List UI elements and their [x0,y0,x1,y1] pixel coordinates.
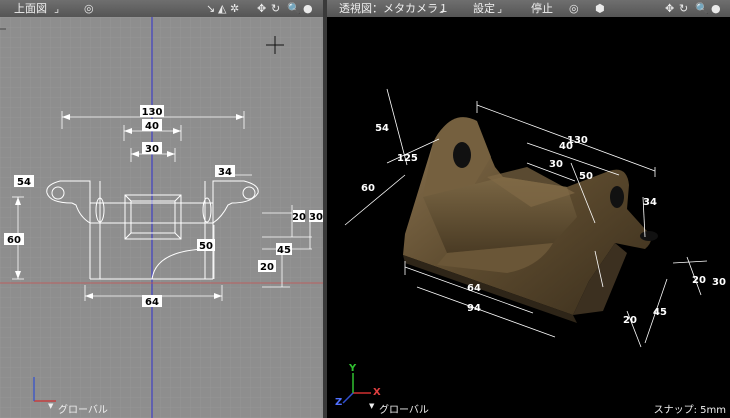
dropdown-corner-icon[interactable]: ⌟ [439,0,444,17]
p-dim-125: 125 [397,153,418,164]
coord-system-label[interactable]: グローバル [379,401,429,416]
top-view-title[interactable]: 上面図 [14,0,47,17]
dim-20-lower: 20 [260,262,274,273]
perspective-statusbar: ▼ グローバル スナップ: 5mm [327,400,730,418]
snap-icon[interactable]: ↘ [206,0,215,17]
dropdown-arrow-icon[interactable]: ▼ [369,402,374,410]
p-dim-64: 64 [467,283,481,294]
settings-gear-icon[interactable]: ✲ [230,0,239,17]
bracket-3d-model [403,117,658,323]
dropdown-arrow-icon[interactable]: ▼ [48,402,53,410]
dim-64: 64 [145,297,159,308]
zoom-icon[interactable]: 🔍 [287,0,301,17]
top-view-canvas[interactable]: 130 40 30 34 54 60 20 30 45 50 20 64 [0,17,323,418]
perspective-canvas[interactable]: 54 125 60 130 40 30 50 34 64 94 20 30 20… [327,17,730,418]
cube-icon[interactable]: ⬢ [595,0,605,17]
p-dim-45: 45 [653,307,667,318]
target-icon[interactable]: ◎ [84,0,94,17]
dropdown-corner-icon[interactable]: ⌟ [497,0,502,17]
p-dim-60: 60 [361,183,375,194]
target-icon[interactable]: ◎ [569,0,579,17]
p-dim-30: 30 [549,159,563,170]
pan-icon[interactable]: ✥ [257,0,266,17]
dim-34: 34 [218,167,232,178]
stop-menu[interactable]: 停止 [531,0,553,17]
dim-30-right: 30 [309,212,323,223]
axis-x-label: X [373,387,381,398]
perspective-title[interactable]: 透視図：メタカメラ１ [339,0,449,17]
p-dim-40: 40 [559,141,573,152]
maximize-dot-icon[interactable]: ● [303,0,313,17]
dim-50: 50 [199,241,213,252]
dim-60: 60 [7,235,21,246]
dim-45: 45 [277,245,291,256]
maximize-dot-icon[interactable]: ● [711,0,721,17]
dropdown-corner-icon[interactable]: ⌟ [54,0,59,17]
snap-status: スナップ: 5mm [653,405,726,416]
perspective-titlebar: 透視図：メタカメラ１ ⌟ 設定 ⌟ 停止 ◎ ⬢ ✥ ↻ 🔍 ● [327,0,730,17]
dim-54: 54 [17,177,31,188]
p-dim-30-right: 30 [712,277,726,288]
dim-130: 130 [142,107,163,118]
p-dim-20-lower: 20 [623,315,637,326]
settings-menu[interactable]: 設定 [473,0,495,17]
top-view-statusbar: ▼ グローバル [0,400,323,418]
dim-20-right: 20 [292,212,306,223]
top-view-titlebar: 上面図 ⌟ ◎ ↘ ◭ ✲ ✥ ↻ 🔍 ● [0,0,323,17]
dim-40: 40 [145,121,159,132]
dim-30: 30 [145,144,159,155]
p-dim-20-right: 20 [692,275,706,286]
zoom-icon[interactable]: 🔍 [695,0,709,17]
coord-system-label[interactable]: グローバル [58,401,108,416]
render-mode-icon[interactable]: ◭ [218,0,226,17]
rotate-icon[interactable]: ↻ [679,0,688,17]
p-dim-94: 94 [467,303,481,314]
axis-gizmo [342,373,371,404]
rotate-icon[interactable]: ↻ [271,0,280,17]
top-view-viewport[interactable]: 上面図 ⌟ ◎ ↘ ◭ ✲ ✥ ↻ 🔍 ● 130 40 30 34 54 60… [0,0,323,418]
axis-y-label: Y [348,363,357,374]
p-dim-34: 34 [643,197,657,208]
pan-icon[interactable]: ✥ [665,0,674,17]
p-dim-54: 54 [375,123,389,134]
perspective-viewport[interactable]: 透視図：メタカメラ１ ⌟ 設定 ⌟ 停止 ◎ ⬢ ✥ ↻ 🔍 ● 54 125 … [327,0,730,418]
p-dim-50: 50 [579,171,593,182]
